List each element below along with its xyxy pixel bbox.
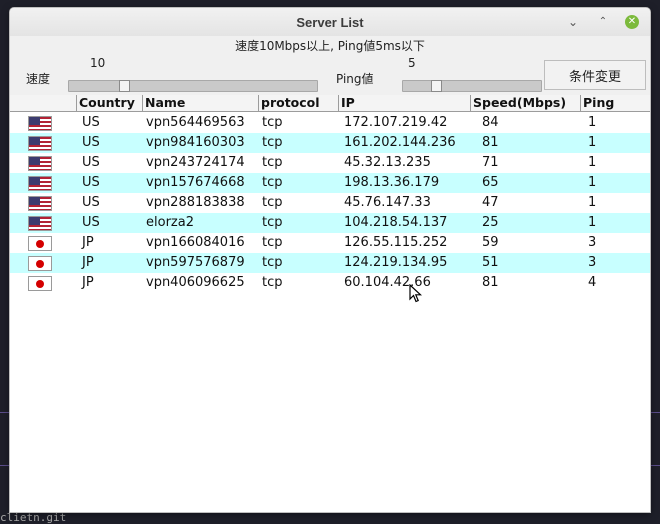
speed-value: 10 <box>90 56 106 70</box>
cell-name: vpn984160303 <box>146 135 245 150</box>
cell-ip: 45.32.13.235 <box>344 155 431 170</box>
column-header[interactable] <box>10 95 76 111</box>
cell-ip: 161.202.144.236 <box>344 135 456 150</box>
maximize-icon[interactable]: ⌃ <box>596 15 610 29</box>
table-row[interactable]: US vpn288183838 tcp 45.76.147.33 47 1 <box>10 193 650 213</box>
cell-protocol: tcp <box>262 135 283 150</box>
cell-protocol: tcp <box>262 235 283 250</box>
jp-flag-icon <box>28 236 52 251</box>
cell-country: JP <box>82 235 94 250</box>
cell-protocol: tcp <box>262 275 283 290</box>
cell-country: US <box>82 115 100 130</box>
table-row[interactable]: US vpn564469563 tcp 172.107.219.42 84 1 <box>10 113 650 133</box>
cell-ping: 1 <box>588 115 597 130</box>
cell-speed: 84 <box>482 115 499 130</box>
cell-ping: 1 <box>588 155 597 170</box>
cell-country: US <box>82 175 100 190</box>
cell-name: vpn166084016 <box>146 235 245 250</box>
cell-ping: 1 <box>588 175 597 190</box>
ping-slider[interactable] <box>402 80 542 92</box>
ping-slider-thumb[interactable] <box>431 80 442 92</box>
cell-ip: 126.55.115.252 <box>344 235 448 250</box>
jp-flag-icon <box>28 276 52 291</box>
table-header: Country Name protocol IP Speed(Mbps) Ping <box>10 95 650 112</box>
cell-speed: 25 <box>482 215 499 230</box>
mouse-cursor-icon <box>409 284 423 303</box>
cell-name: vpn597576879 <box>146 255 245 270</box>
cell-speed: 51 <box>482 255 499 270</box>
column-header[interactable]: protocol <box>258 95 338 111</box>
cell-protocol: tcp <box>262 215 283 230</box>
cell-ping: 3 <box>588 255 597 270</box>
server-list-window: Server List ⌄ ⌃ ✕ 速度10Mbps以上, Ping値5ms以下… <box>10 8 650 512</box>
window-title: Server List <box>296 15 364 30</box>
cell-ip: 104.218.54.137 <box>344 215 448 230</box>
cell-name: vpn243724174 <box>146 155 245 170</box>
cell-name: vpn406096625 <box>146 275 245 290</box>
cell-country: US <box>82 155 100 170</box>
us-flag-icon <box>28 156 52 171</box>
cell-protocol: tcp <box>262 155 283 170</box>
cell-name: elorza2 <box>146 215 194 230</box>
table-row[interactable]: US vpn243724174 tcp 45.32.13.235 71 1 <box>10 153 650 173</box>
us-flag-icon <box>28 176 52 191</box>
us-flag-icon <box>28 216 52 231</box>
table-row[interactable]: US vpn984160303 tcp 161.202.144.236 81 1 <box>10 133 650 153</box>
table-row[interactable]: US elorza2 tcp 104.218.54.137 25 1 <box>10 213 650 233</box>
cell-ping: 1 <box>588 215 597 230</box>
cell-name: vpn288183838 <box>146 195 245 210</box>
server-table: Country Name protocol IP Speed(Mbps) Ping US v… <box>10 95 650 512</box>
cell-ping: 1 <box>588 135 597 150</box>
speed-label: 速度 <box>26 72 51 86</box>
cell-protocol: tcp <box>262 195 283 210</box>
change-conditions-button[interactable]: 条件変更 <box>544 60 646 90</box>
cell-country: US <box>82 215 100 230</box>
table-row[interactable]: JP vpn406096625 tcp 60.104.42.66 81 4 <box>10 273 650 293</box>
cell-country: JP <box>82 255 94 270</box>
background-terminal-text: clietn.git <box>0 511 67 524</box>
window-content: 速度10Mbps以上, Ping値5ms以下 速度 10 Ping値 5 条件変… <box>10 36 650 512</box>
title-bar[interactable]: Server List ⌄ ⌃ ✕ <box>10 8 650 37</box>
cell-ping: 3 <box>588 235 597 250</box>
cell-protocol: tcp <box>262 115 283 130</box>
column-header[interactable]: IP <box>338 95 470 111</box>
cell-country: US <box>82 195 100 210</box>
speed-slider[interactable] <box>68 80 318 92</box>
cell-protocol: tcp <box>262 255 283 270</box>
column-header[interactable]: Name <box>142 95 258 111</box>
column-header[interactable]: Speed(Mbps) <box>470 95 580 111</box>
cell-ip: 172.107.219.42 <box>344 115 448 130</box>
table-row[interactable]: US vpn157674668 tcp 198.13.36.179 65 1 <box>10 173 650 193</box>
cell-name: vpn564469563 <box>146 115 245 130</box>
cell-ip: 45.76.147.33 <box>344 195 431 210</box>
cell-speed: 71 <box>482 155 499 170</box>
us-flag-icon <box>28 116 52 131</box>
us-flag-icon <box>28 196 52 211</box>
cell-country: US <box>82 135 100 150</box>
cell-protocol: tcp <box>262 175 283 190</box>
jp-flag-icon <box>28 256 52 271</box>
column-header[interactable]: Ping <box>580 95 650 111</box>
cell-ping: 1 <box>588 195 597 210</box>
close-icon[interactable]: ✕ <box>625 15 639 29</box>
speed-slider-thumb[interactable] <box>119 80 130 92</box>
ping-label: Ping値 <box>336 72 374 86</box>
cell-ip: 124.219.134.95 <box>344 255 448 270</box>
minimize-icon[interactable]: ⌄ <box>566 15 580 29</box>
table-row[interactable]: JP vpn597576879 tcp 124.219.134.95 51 3 <box>10 253 650 273</box>
cell-name: vpn157674668 <box>146 175 245 190</box>
cell-ping: 4 <box>588 275 597 290</box>
us-flag-icon <box>28 136 52 151</box>
cell-speed: 81 <box>482 135 499 150</box>
cell-country: JP <box>82 275 94 290</box>
table-row[interactable]: JP vpn166084016 tcp 126.55.115.252 59 3 <box>10 233 650 253</box>
cell-ip: 198.13.36.179 <box>344 175 440 190</box>
column-header[interactable]: Country <box>76 95 142 111</box>
ping-value: 5 <box>408 56 416 70</box>
cell-speed: 65 <box>482 175 499 190</box>
cell-speed: 47 <box>482 195 499 210</box>
cell-speed: 59 <box>482 235 499 250</box>
cell-speed: 81 <box>482 275 499 290</box>
condition-summary: 速度10Mbps以上, Ping値5ms以下 <box>235 39 425 53</box>
